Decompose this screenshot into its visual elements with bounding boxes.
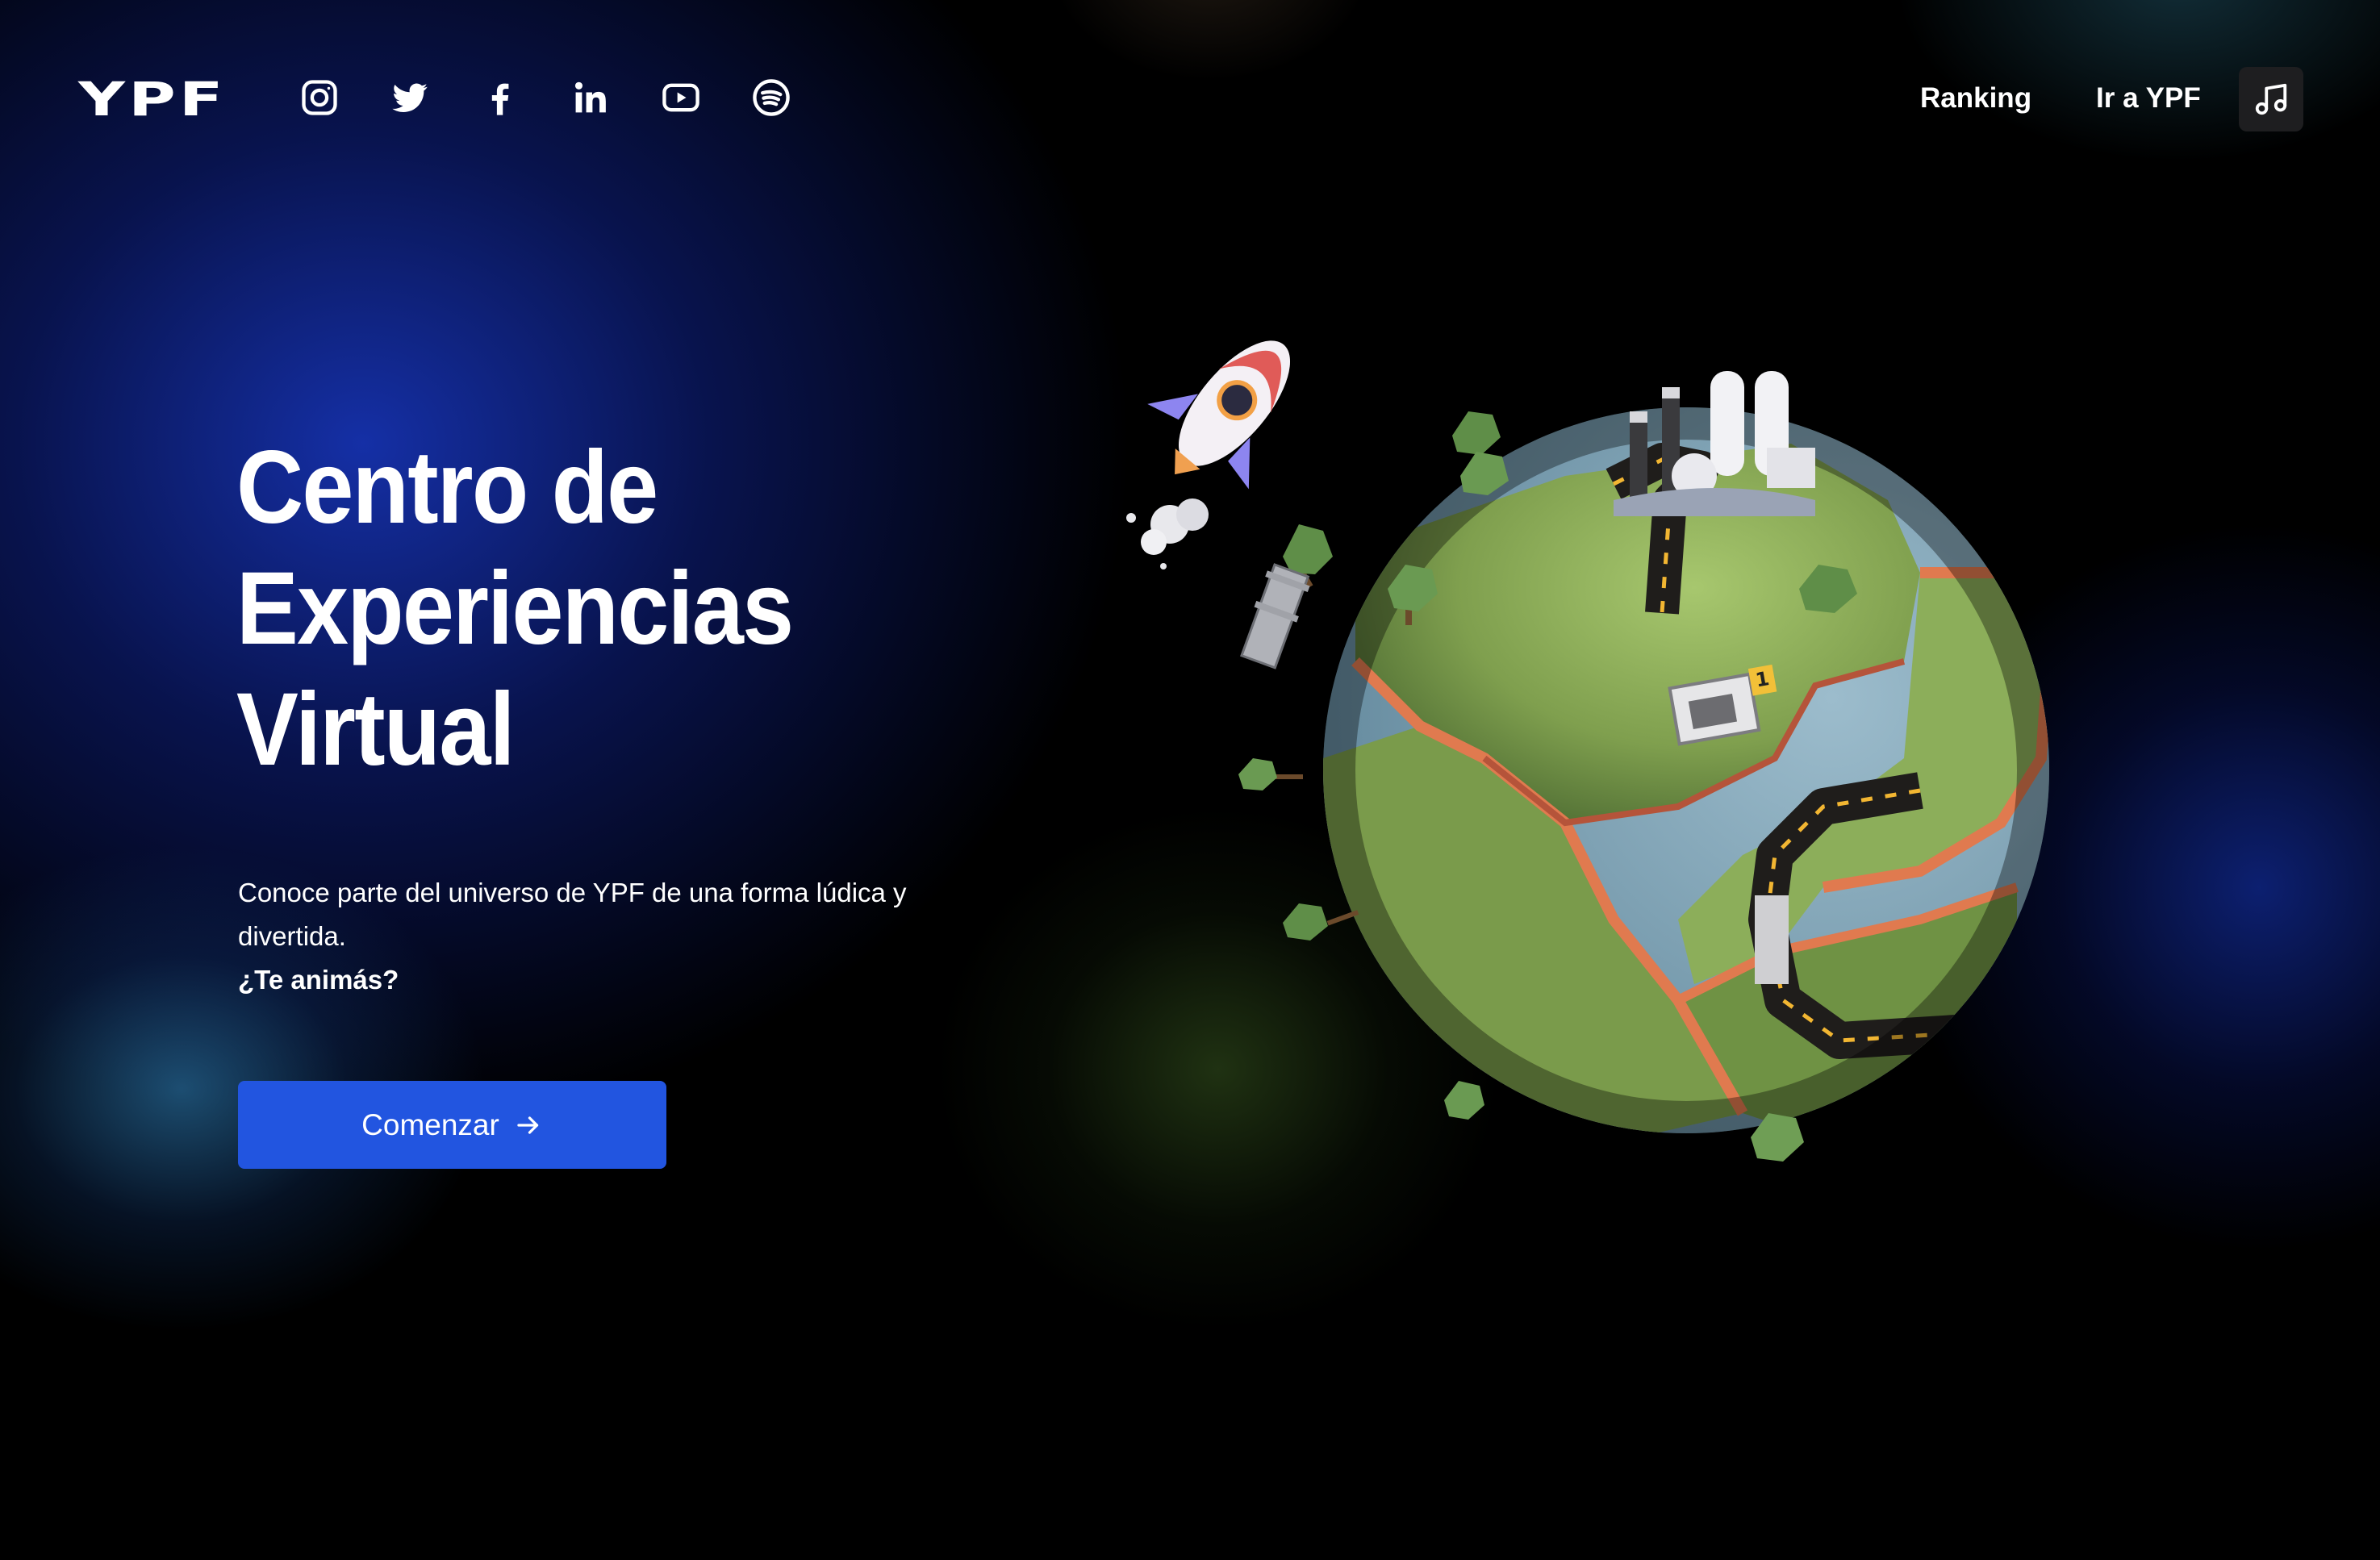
tree <box>1452 411 1509 495</box>
hero-description: Conoce parte del universo de YPF de una … <box>238 878 907 951</box>
hero-call-to-action: ¿Te animás? <box>238 965 399 995</box>
bridge <box>1755 895 1789 984</box>
twitter-icon[interactable] <box>389 77 431 119</box>
comenzar-button[interactable]: Comenzar <box>238 1081 666 1169</box>
planet-illustration: 1 <box>1113 307 2081 1210</box>
tree <box>1283 903 1359 941</box>
ypf-logo[interactable]: YPF <box>78 71 227 127</box>
instagram-icon[interactable] <box>299 77 340 119</box>
spotify-icon[interactable] <box>750 77 792 119</box>
music-toggle-button[interactable] <box>2239 67 2303 131</box>
site-header: YPF Ranking Ir a YPF <box>0 0 2380 198</box>
rocket <box>1147 340 1291 490</box>
linkedin-icon[interactable] <box>570 77 612 119</box>
page-title: Centro de Experiencias Virtual <box>236 428 1043 790</box>
oil-rig <box>1240 563 1310 669</box>
rocket-smoke <box>1126 498 1209 569</box>
refinery <box>1614 371 1815 516</box>
comenzar-button-label: Comenzar <box>361 1107 499 1141</box>
tree <box>1444 1081 1484 1120</box>
tree <box>1238 758 1303 790</box>
ranking-link[interactable]: Ranking <box>1920 74 2031 123</box>
music-note-icon <box>2255 83 2287 115</box>
title-line-2: Experiencias <box>236 551 794 666</box>
facebook-icon[interactable] <box>479 77 521 119</box>
youtube-icon[interactable] <box>660 77 702 119</box>
title-line-3: Virtual <box>236 672 516 787</box>
ir-a-ypf-link[interactable]: Ir a YPF <box>2096 74 2201 123</box>
planet-scene: 1 <box>1126 340 2049 1162</box>
title-line-1: Centro de <box>236 430 658 545</box>
arrow-right-icon <box>517 1116 538 1134</box>
social-links <box>299 77 792 119</box>
